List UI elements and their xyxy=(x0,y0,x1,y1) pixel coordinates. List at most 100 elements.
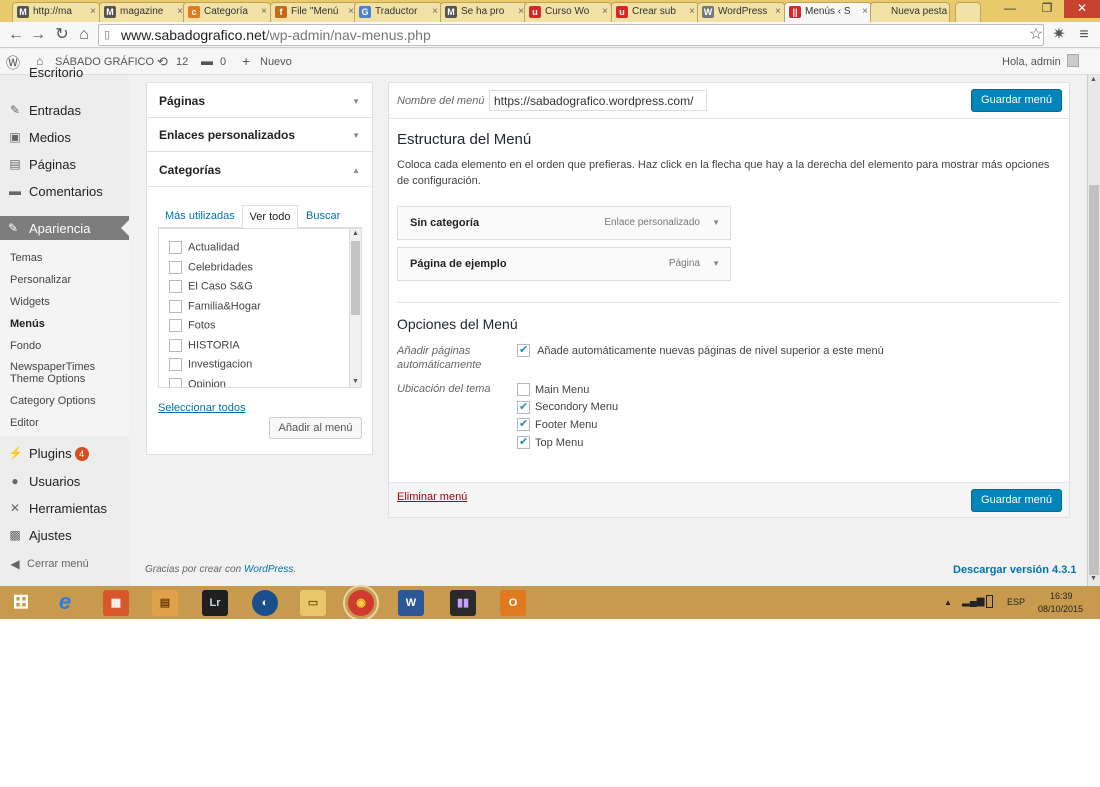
tab-close-icon[interactable]: × xyxy=(602,6,608,17)
menu-item[interactable]: Página de ejemplo Página ▼ xyxy=(397,247,731,281)
category-option[interactable]: Fotos xyxy=(169,319,216,332)
browser-tab[interactable]: Mmagazine × xyxy=(99,2,187,22)
home-icon[interactable]: ⌂ xyxy=(74,25,94,45)
minimize-icon[interactable]: — xyxy=(995,0,1025,18)
updates-count[interactable]: 12 xyxy=(176,56,188,68)
category-option[interactable]: Investigacion xyxy=(169,358,252,371)
collapse-menu-button[interactable]: ◀ Cerrar menú xyxy=(0,550,129,577)
sidebar-item-dashboard[interactable]: Escritorio xyxy=(0,67,129,83)
submenu-item[interactable]: NewspaperTimes Theme Options xyxy=(10,361,110,385)
category-scrollbar[interactable]: ▲ ▼ xyxy=(349,229,361,387)
sidebar-item-usuarios[interactable]: ● Usuarios xyxy=(0,468,129,495)
sidebar-item-medios[interactable]: ▣ Medios xyxy=(0,124,129,151)
submenu-item[interactable]: Widgets xyxy=(10,296,50,308)
menu-item[interactable]: Sin categoría Enlace personalizado ▼ xyxy=(397,206,731,240)
scroll-thumb[interactable] xyxy=(351,241,360,315)
browser-tab[interactable]: M Se ha pro × xyxy=(440,2,528,22)
internet-explorer-icon[interactable]: e xyxy=(52,590,78,616)
submenu-item[interactable]: Fondo xyxy=(10,340,41,352)
new-link[interactable]: Nuevo xyxy=(260,56,292,68)
comments-icon[interactable]: ▬ xyxy=(201,54,213,68)
language-indicator[interactable]: ESP xyxy=(1007,597,1025,607)
scroll-down-icon[interactable]: ▼ xyxy=(352,378,359,385)
outlook-icon[interactable]: O xyxy=(500,590,526,616)
expand-icon[interactable]: ▼ xyxy=(352,97,360,106)
extension-icon[interactable]: ✷ xyxy=(1049,25,1069,45)
forward-icon[interactable]: → xyxy=(28,25,48,45)
browser-tab[interactable]: u Crear sub × xyxy=(611,2,699,22)
wordpress-link[interactable]: WordPress xyxy=(244,564,293,575)
theme-location-option[interactable]: Secondory Menu xyxy=(517,400,618,414)
sidebar-item-herramientas[interactable]: ✕ Herramientas xyxy=(0,495,129,522)
video-app-icon[interactable]: ▮▮ xyxy=(450,590,476,616)
auto-add-option[interactable]: Añade automáticamente nuevas páginas de … xyxy=(517,343,884,357)
battery-icon[interactable] xyxy=(986,595,993,608)
category-checkbox[interactable] xyxy=(169,319,182,332)
theme-location-option[interactable]: Main Menu xyxy=(517,383,589,396)
browser-tab[interactable]: W WordPress × xyxy=(697,2,785,22)
windows-start-icon[interactable]: ⊞ xyxy=(8,590,34,616)
select-all-link[interactable]: Seleccionar todos xyxy=(158,402,245,414)
archive-app-icon[interactable]: ▤ xyxy=(152,590,178,616)
category-checkbox[interactable] xyxy=(169,299,182,313)
theme-location-option[interactable]: Top Menu xyxy=(517,435,583,450)
accordion-categories-header[interactable]: Categorías ▲ xyxy=(147,152,372,187)
category-option[interactable]: HISTORIA xyxy=(169,338,240,352)
collapse-icon[interactable]: ▲ xyxy=(352,166,360,175)
sidebar-item-entradas[interactable]: ✎ Entradas xyxy=(0,97,129,124)
scroll-thumb[interactable] xyxy=(1089,185,1099,575)
avatar[interactable] xyxy=(1067,54,1079,67)
browser-tab[interactable]: f File "Menú × xyxy=(270,2,358,22)
accordion-pages[interactable]: Páginas ▼ xyxy=(146,82,373,118)
expand-icon[interactable]: ▼ xyxy=(712,259,720,268)
comments-count[interactable]: 0 xyxy=(220,56,226,68)
menu-name-input[interactable] xyxy=(489,90,707,111)
clock-time[interactable]: 16:39 xyxy=(1050,591,1073,601)
browser-tab[interactable]: c Categoría × xyxy=(183,2,271,22)
expand-icon[interactable]: ▼ xyxy=(712,218,720,227)
expand-icon[interactable]: ▼ xyxy=(352,131,360,140)
tab-close-icon[interactable]: × xyxy=(261,6,267,17)
theme-location-option[interactable]: Footer Menu xyxy=(517,417,597,432)
browser-tab[interactable]: Nueva pesta xyxy=(870,2,950,22)
tray-arrow-icon[interactable]: ▲ xyxy=(944,598,952,607)
tab-close-icon[interactable]: × xyxy=(90,6,96,17)
category-checkbox[interactable] xyxy=(169,260,182,274)
tab-close-icon[interactable]: × xyxy=(689,6,695,17)
submenu-item[interactable]: Category Options xyxy=(10,395,96,407)
save-menu-button[interactable]: Guardar menú xyxy=(971,89,1062,112)
maximize-icon[interactable]: ❐ xyxy=(1032,0,1062,18)
theme-location-checkbox[interactable] xyxy=(517,383,530,396)
submenu-item[interactable]: Temas xyxy=(10,252,42,264)
back-icon[interactable]: ← xyxy=(6,25,26,45)
updates-icon[interactable]: ⟲ xyxy=(157,54,168,70)
tab-search[interactable]: Buscar xyxy=(306,210,340,222)
signal-icon[interactable]: ▂▄▆ xyxy=(962,596,984,607)
browser-tab[interactable]: u Curso Wo × xyxy=(524,2,612,22)
category-option[interactable]: Celebridades xyxy=(169,260,253,274)
word-icon[interactable]: W xyxy=(398,590,424,616)
sidebar-item-appearance[interactable]: ✎ Apariencia xyxy=(0,216,129,240)
download-version-link[interactable]: Descargar versión 4.3.1 xyxy=(953,564,1077,576)
sidebar-item-plugins[interactable]: ⚡ Plugins 4 xyxy=(0,440,129,467)
chrome-menu-icon[interactable]: ≡ xyxy=(1074,25,1094,45)
category-checkbox[interactable] xyxy=(169,280,182,293)
delete-menu-link[interactable]: Eliminar menú xyxy=(397,491,467,503)
category-option[interactable]: Familia&Hogar xyxy=(169,299,261,313)
auto-add-checkbox[interactable] xyxy=(517,343,530,357)
theme-location-checkbox[interactable] xyxy=(517,417,530,432)
category-checkbox[interactable] xyxy=(169,338,182,352)
scroll-up-icon[interactable]: ▲ xyxy=(1090,76,1097,83)
tab-close-icon[interactable]: × xyxy=(432,6,438,17)
paint-app-icon[interactable]: ▦ xyxy=(103,590,129,616)
sidebar-item-ajustes[interactable]: ▩ Ajustes xyxy=(0,522,129,549)
close-window-icon[interactable]: ✕ xyxy=(1064,0,1100,18)
add-to-menu-button[interactable]: Añadir al menú xyxy=(269,417,362,439)
url-field[interactable]: ▯ www.sabadografico.net/wp-admin/nav-men… xyxy=(98,24,1044,46)
category-option[interactable]: Opinion xyxy=(169,377,226,387)
network-app-icon[interactable]: ◐ xyxy=(252,590,278,616)
file-explorer-icon[interactable]: ▭ xyxy=(300,590,326,616)
category-checkbox[interactable] xyxy=(169,377,182,387)
category-checkbox[interactable] xyxy=(169,358,182,371)
category-option[interactable]: Actualidad xyxy=(169,241,239,254)
